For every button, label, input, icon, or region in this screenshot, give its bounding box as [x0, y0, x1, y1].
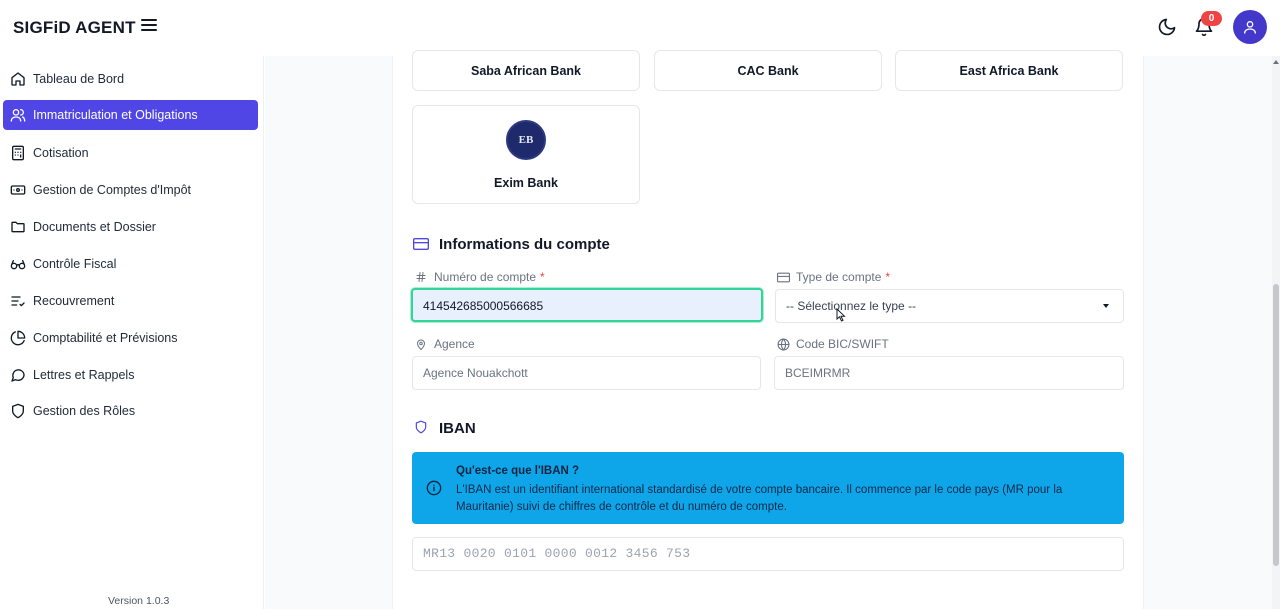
bank-card-exim[interactable]: EB Exim Bank [412, 105, 640, 204]
sidebar-item-cotisation[interactable]: Cotisation [3, 138, 258, 168]
version-label: Version 1.0.3 [108, 595, 170, 607]
users-icon [9, 106, 27, 124]
moon-icon[interactable] [1157, 17, 1177, 37]
user-icon [1244, 21, 1256, 34]
chevron-down-icon [1103, 304, 1109, 308]
pie-chart-icon [9, 329, 27, 347]
shield-icon [9, 402, 27, 420]
type-compte-value: -- Sélectionnez le type -- [786, 299, 917, 313]
credit-card-icon [413, 238, 429, 250]
shield-icon [415, 420, 427, 434]
bank-name: East Africa Bank [959, 64, 1059, 78]
app-brand: SIGFiD AGENT [13, 18, 136, 37]
sidebar-item-label: Contrôle Fiscal [33, 257, 117, 271]
scrollbar-thumb[interactable] [1273, 284, 1279, 566]
hash-icon [414, 270, 428, 284]
bank-card-saba[interactable]: Saba African Bank [412, 50, 640, 91]
banknote-icon [9, 181, 27, 199]
bic-input[interactable]: BCEIMRMR [774, 356, 1124, 390]
bank-name: Exim Bank [494, 176, 558, 190]
sidebar-item-documents[interactable]: Documents et Dossier [3, 212, 258, 242]
sidebar: Tableau de Bord Immatriculation et Oblig… [0, 56, 264, 609]
user-avatar[interactable] [1233, 10, 1267, 44]
exim-bank-logo: EB [506, 120, 546, 160]
calculator-icon [9, 144, 27, 162]
info-icon [426, 480, 442, 496]
mouse-cursor-icon [836, 308, 846, 322]
bic-label: Code BIC/SWIFT [776, 337, 889, 351]
info-title: Qu'est-ce que l'IBAN ? [456, 465, 580, 477]
page-scrollbar[interactable] [1272, 56, 1280, 609]
bank-name: CAC Bank [737, 64, 799, 78]
account-section-title: Informations du compte [439, 236, 610, 253]
folder-icon [9, 218, 27, 236]
top-header: SIGFiD AGENT 0 [0, 0, 1280, 56]
message-icon [9, 366, 27, 384]
sidebar-item-label: Gestion de Comptes d'Impôt [33, 183, 192, 197]
sidebar-item-comptabilite[interactable]: Comptabilité et Prévisions [3, 323, 258, 353]
bank-card-cac[interactable]: CAC Bank [654, 50, 882, 91]
list-check-icon [9, 292, 27, 310]
map-pin-icon [414, 337, 428, 351]
type-compte-select[interactable]: -- Sélectionnez le type -- [775, 289, 1124, 323]
globe-icon [776, 337, 790, 351]
sidebar-item-label: Cotisation [33, 146, 89, 160]
home-icon [9, 70, 27, 88]
sidebar-item-lettres[interactable]: Lettres et Rappels [3, 360, 258, 390]
iban-input[interactable]: MR13 0020 0101 0000 0012 3456 753 [412, 537, 1124, 571]
sidebar-item-roles[interactable]: Gestion des Rôles [3, 396, 258, 426]
iban-section-title: IBAN [439, 420, 476, 437]
sidebar-item-immatriculation[interactable]: Immatriculation et Obligations [3, 100, 258, 130]
sidebar-item-label: Lettres et Rappels [33, 368, 135, 382]
sidebar-item-label: Gestion des Rôles [33, 404, 136, 418]
sidebar-item-label: Immatriculation et Obligations [33, 108, 198, 122]
menu-icon[interactable] [141, 19, 157, 35]
credit-card-icon [776, 270, 790, 284]
sidebar-item-controle-fiscal[interactable]: Contrôle Fiscal [3, 249, 258, 279]
sidebar-item-label: Comptabilité et Prévisions [33, 331, 178, 345]
info-text: L'IBAN est un identifiant international … [456, 484, 1063, 513]
numero-compte-input[interactable]: 414542685000566685 [411, 288, 763, 322]
notification-badge: 0 [1201, 11, 1222, 26]
sidebar-item-label: Tableau de Bord [33, 72, 125, 86]
agence-label: Agence [414, 337, 475, 351]
sidebar-item-comptes-impot[interactable]: Gestion de Comptes d'Impôt [3, 175, 258, 205]
bank-card-east-africa[interactable]: East Africa Bank [895, 50, 1123, 91]
bank-name: Saba African Bank [471, 64, 581, 78]
glasses-icon [9, 255, 27, 273]
type-compte-label: Type de compte * [776, 270, 890, 284]
sidebar-item-tableau-de-bord[interactable]: Tableau de Bord [3, 64, 258, 94]
scroll-up-icon[interactable] [1273, 60, 1279, 64]
sidebar-item-label: Recouvrement [33, 294, 115, 308]
agence-input[interactable]: Agence Nouakchott [412, 356, 761, 390]
sidebar-item-label: Documents et Dossier [33, 220, 156, 234]
numero-compte-label: Numéro de compte * [414, 270, 545, 284]
iban-info-alert: Qu'est-ce que l'IBAN ? L'IBAN est un ide… [412, 452, 1124, 524]
sidebar-item-recouvrement[interactable]: Recouvrement [3, 286, 258, 316]
